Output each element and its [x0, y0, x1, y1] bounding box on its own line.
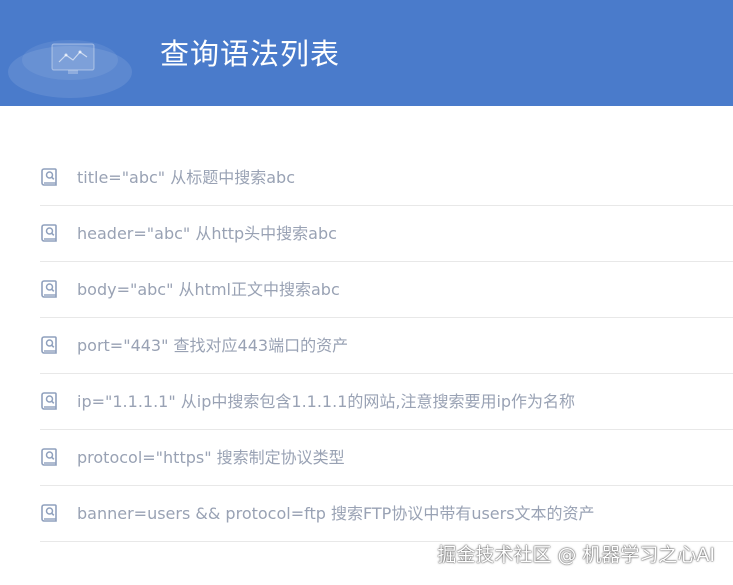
page-title: 查询语法列表 [160, 37, 341, 71]
header-illustration [8, 40, 132, 98]
list-item: banner=users && protocol=ftp 搜索FTP协议中带有u… [40, 486, 733, 542]
syntax-item-text: protocol="https" 搜索制定协议类型 [77, 448, 345, 467]
page: 查询语法列表 title="abc" 从标题中搜索abc header="abc… [0, 0, 733, 585]
document-magnifier-icon [41, 280, 57, 298]
syntax-item-text: body="abc" 从html正文中搜索abc [77, 280, 340, 299]
list-item: port="443" 查找对应443端口的资产 [40, 318, 733, 374]
page-header: 查询语法列表 [0, 0, 733, 106]
syntax-item-text: header="abc" 从http头中搜索abc [77, 224, 337, 243]
list-item: ip="1.1.1.1" 从ip中搜索包含1.1.1.1的网站,注意搜索要用ip… [40, 374, 733, 430]
syntax-item-text: banner=users && protocol=ftp 搜索FTP协议中带有u… [77, 504, 595, 523]
syntax-item-text: title="abc" 从标题中搜索abc [77, 168, 296, 187]
syntax-item-text: port="443" 查找对应443端口的资产 [77, 336, 349, 355]
list-item: header="abc" 从http头中搜索abc [40, 206, 733, 262]
document-magnifier-icon [41, 336, 57, 354]
syntax-list: title="abc" 从标题中搜索abc header="abc" 从http… [40, 150, 733, 542]
document-magnifier-icon [41, 392, 57, 410]
document-magnifier-icon [41, 168, 57, 186]
syntax-item-text: ip="1.1.1.1" 从ip中搜索包含1.1.1.1的网站,注意搜索要用ip… [77, 392, 576, 411]
watermark: 掘金技术社区 @ 机器学习之心AI [437, 544, 715, 566]
list-item: title="abc" 从标题中搜索abc [40, 150, 733, 206]
document-magnifier-icon [41, 504, 57, 522]
document-magnifier-icon [41, 448, 57, 466]
list-item: body="abc" 从html正文中搜索abc [40, 262, 733, 318]
document-magnifier-icon [41, 224, 57, 242]
list-item: protocol="https" 搜索制定协议类型 [40, 430, 733, 486]
